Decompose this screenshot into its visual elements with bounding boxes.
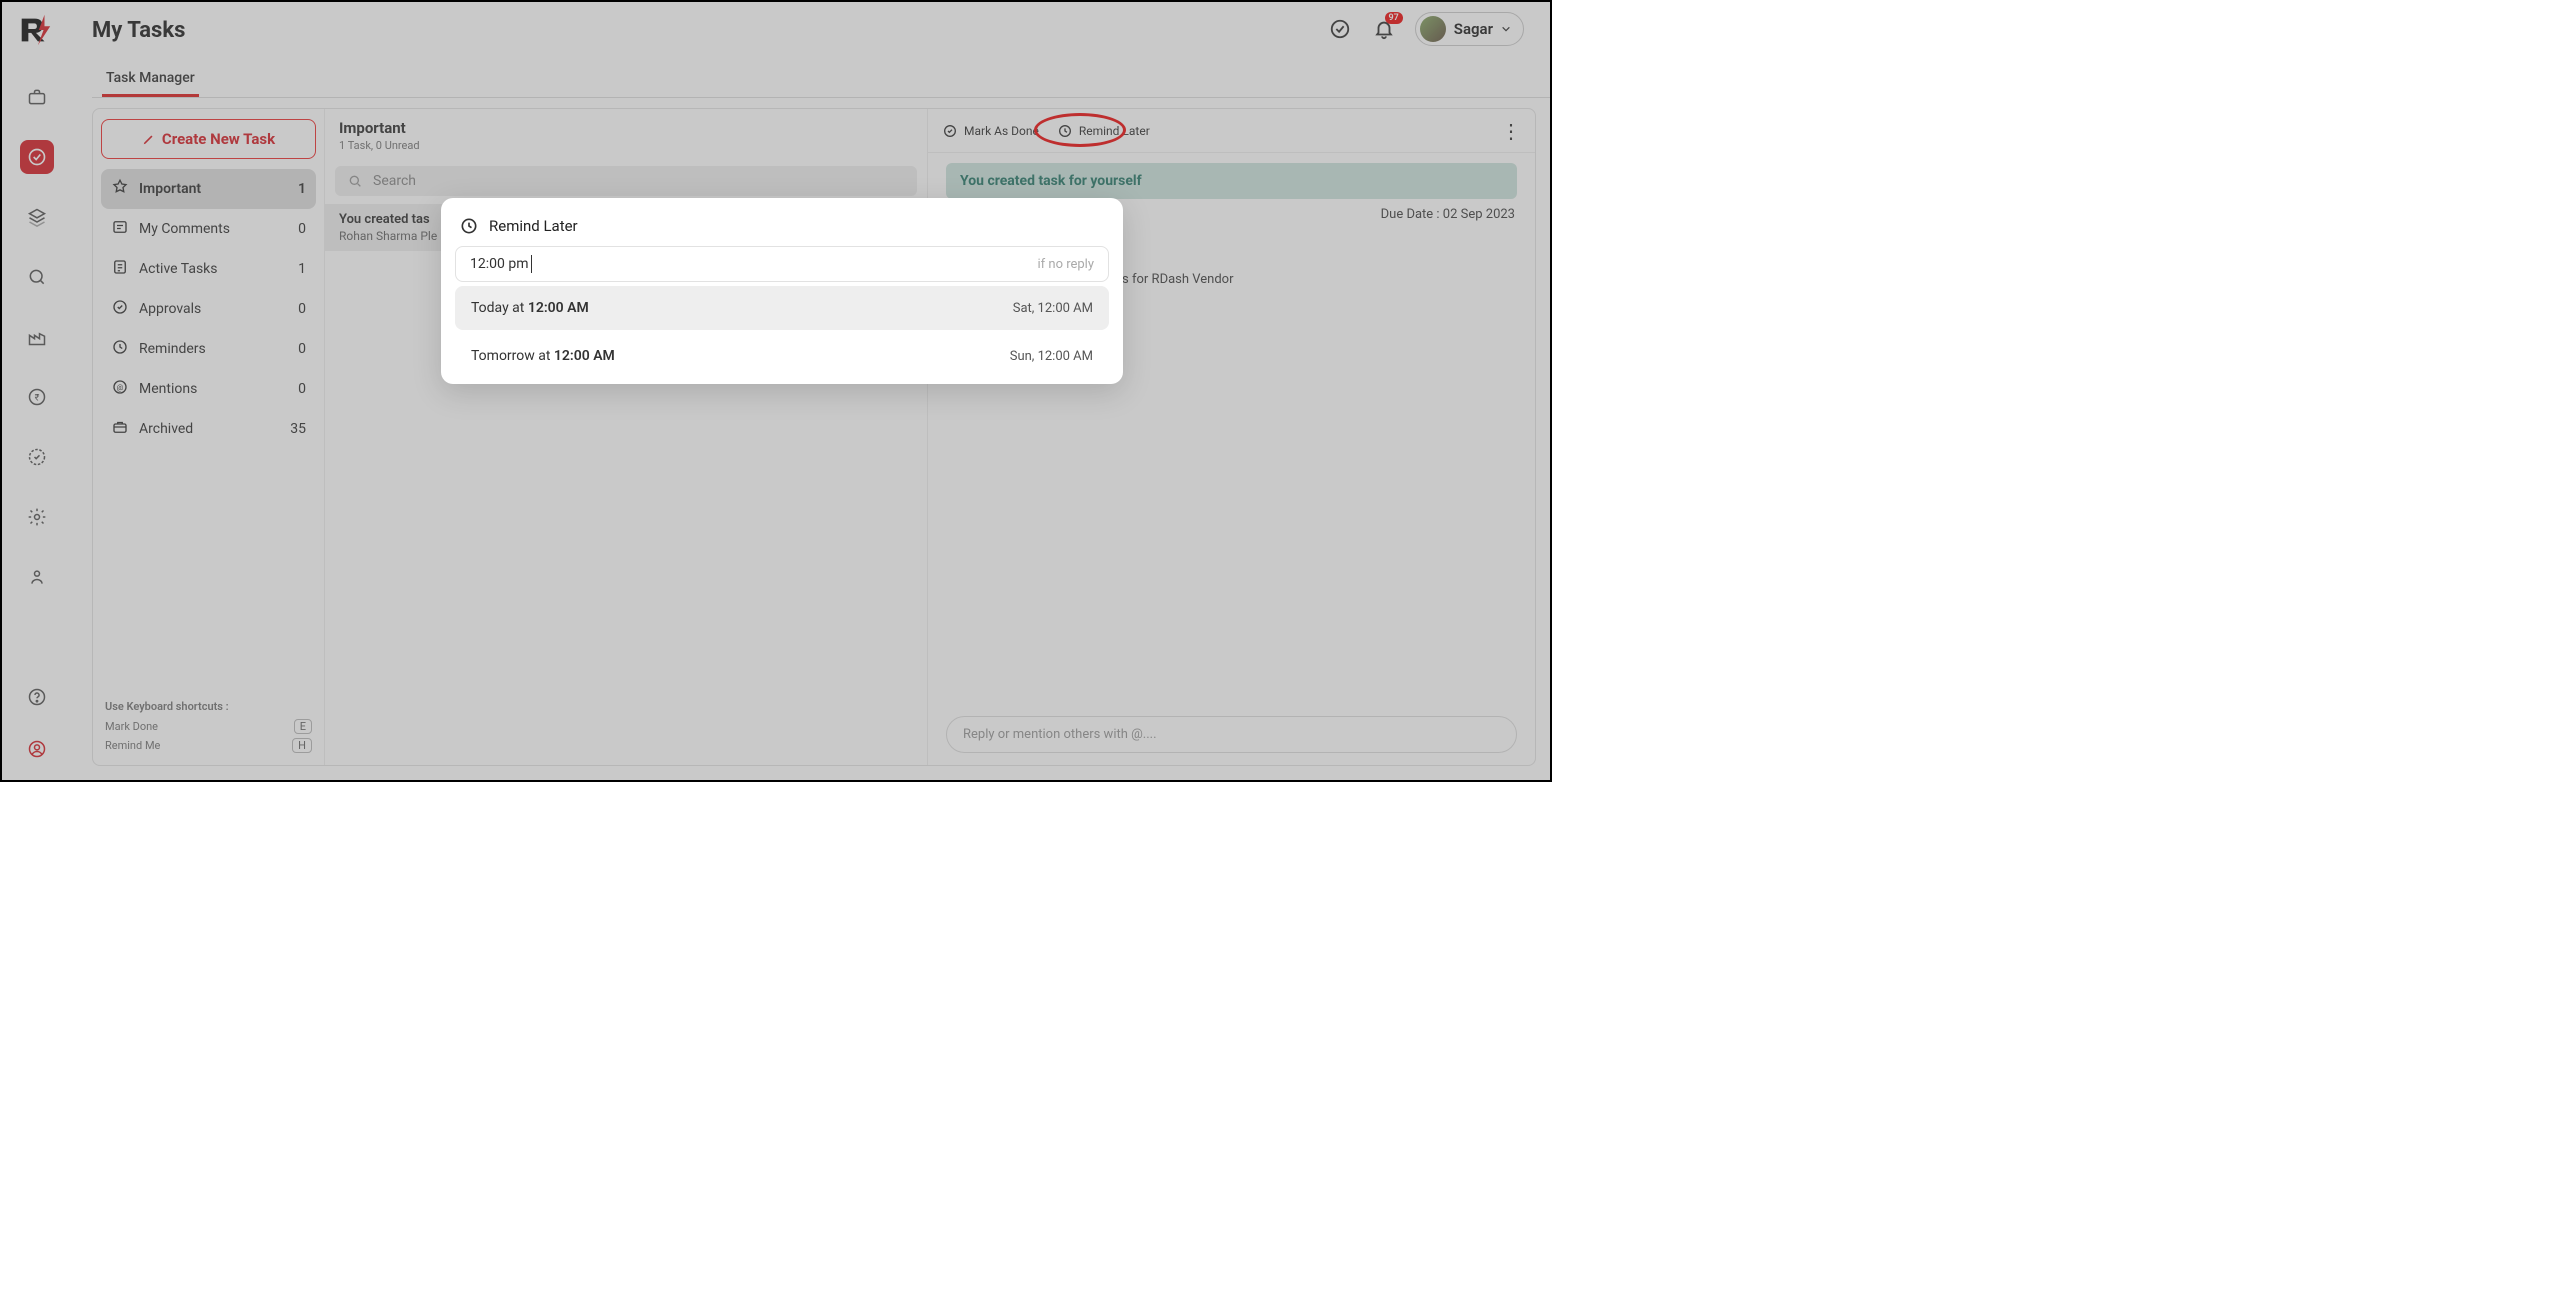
remind-option[interactable]: Today at 12:00 AMSat, 12:00 AM [455, 286, 1109, 330]
clock-icon [459, 216, 479, 236]
remind-option[interactable]: Tomorrow at 12:00 AMSun, 12:00 AM [455, 334, 1109, 378]
popover-title: Remind Later [489, 217, 578, 235]
remind-time-input[interactable]: 12:00 pm if no reply [455, 246, 1109, 282]
text-cursor [531, 255, 532, 273]
option-timestamp: Sat, 12:00 AM [1013, 301, 1093, 316]
input-hint: if no reply [1037, 257, 1094, 272]
modal-overlay[interactable] [2, 2, 1550, 780]
option-timestamp: Sun, 12:00 AM [1010, 349, 1093, 364]
remind-later-popover: Remind Later 12:00 pm if no reply Today … [441, 198, 1123, 384]
